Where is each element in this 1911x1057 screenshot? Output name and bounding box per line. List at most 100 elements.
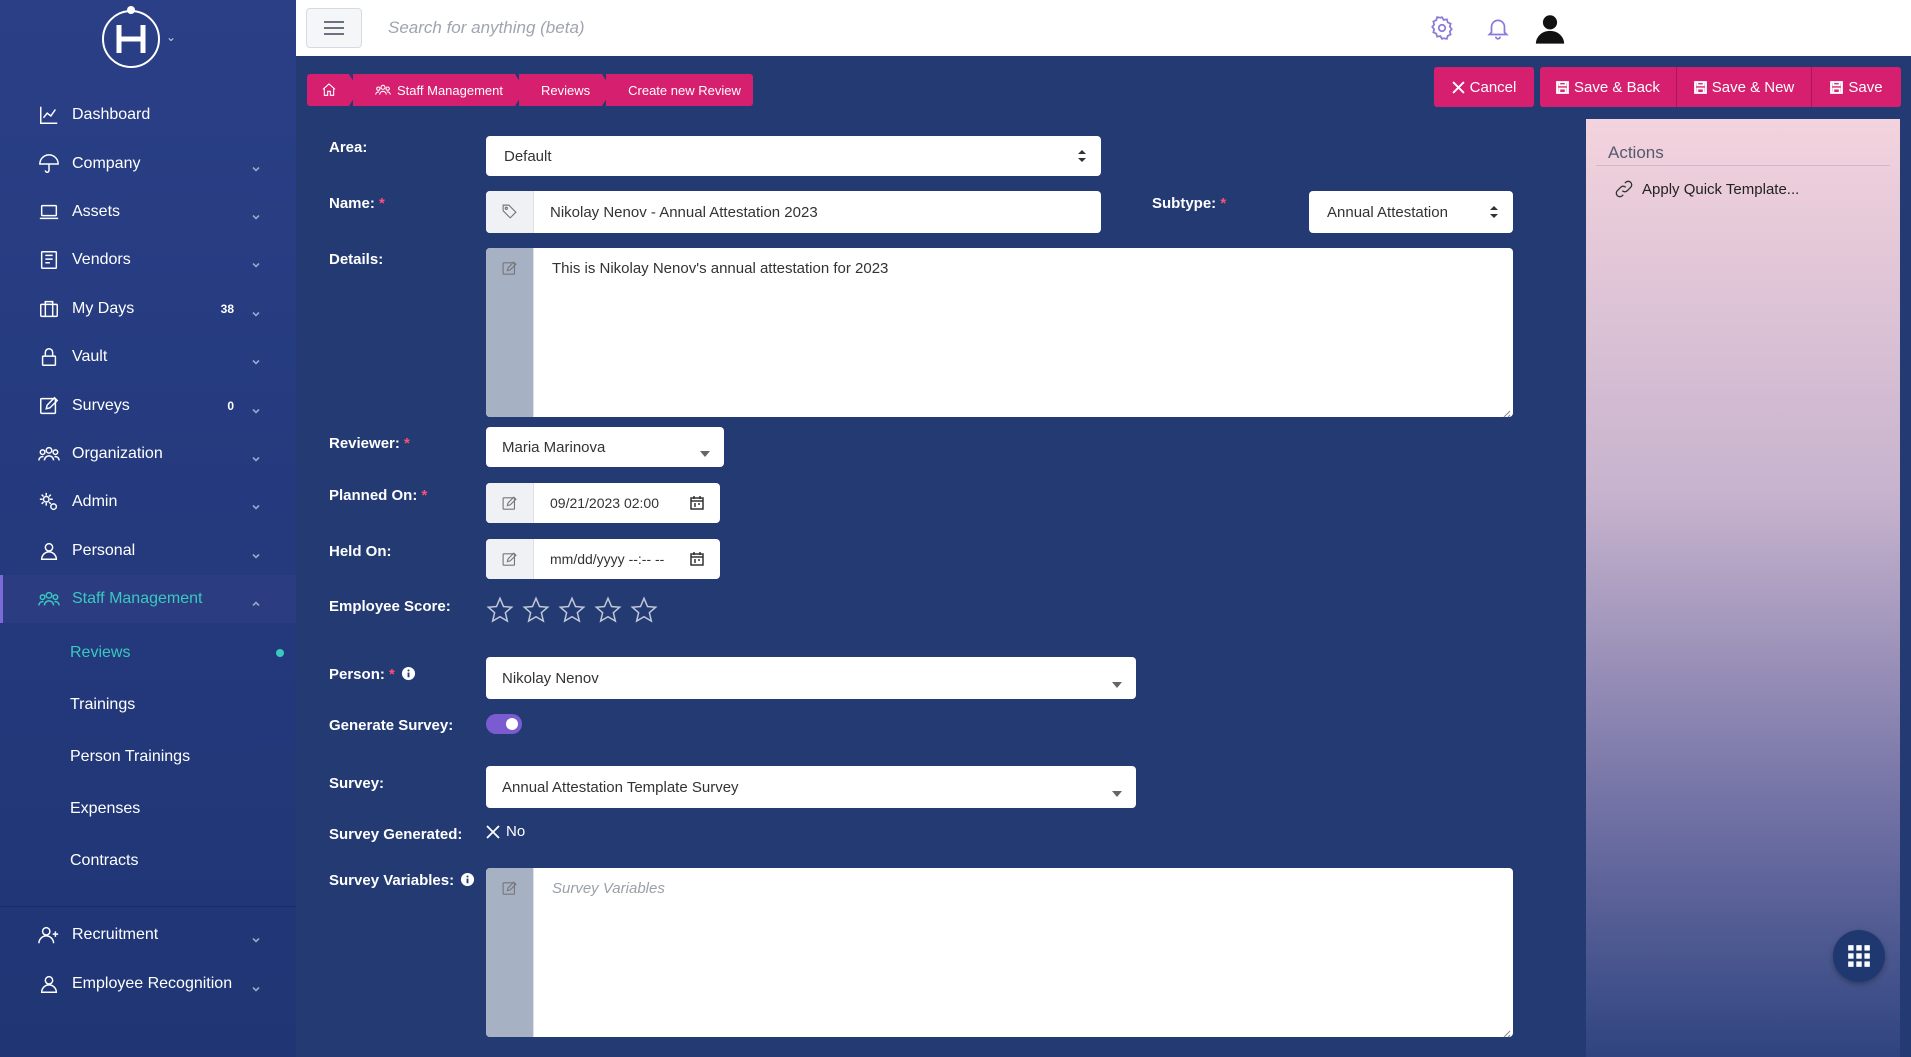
sidebar-item-organization[interactable]: Organization — [0, 430, 296, 478]
survey-select[interactable]: Annual Attestation Template Survey — [486, 766, 1136, 808]
sidebar-subitem-reviews[interactable]: Reviews — [0, 627, 296, 679]
newspaper-icon — [38, 249, 60, 271]
toggle-knob — [506, 718, 518, 730]
star-icon[interactable] — [630, 594, 666, 626]
details-textarea[interactable]: This is Nikolay Nenov's annual attestati… — [486, 248, 1513, 418]
sidebar-item-dashboard[interactable]: Dashboard — [0, 91, 296, 139]
area-label: Area: — [329, 139, 368, 156]
subtype-label: Subtype: * — [1152, 195, 1226, 212]
tag-icon — [486, 191, 534, 233]
chevron-down-icon[interactable]: ⌄ — [166, 30, 176, 44]
sidebar-item-label: Staff Management — [72, 590, 203, 608]
sidebar-item-staff-management[interactable]: Staff Management — [0, 574, 296, 624]
reviewer-value: Maria Marinova — [502, 438, 606, 456]
sidebar-item-assets[interactable]: Assets — [0, 188, 296, 236]
subtype-label-text: Subtype: — [1152, 195, 1217, 212]
calendar-icon[interactable] — [690, 552, 704, 566]
chevron-down-icon — [252, 498, 260, 510]
sidebar-item-surveys[interactable]: Surveys 0 — [0, 381, 296, 429]
sidebar-item-company[interactable]: Company — [0, 139, 296, 187]
caret-down-icon — [1112, 784, 1122, 797]
star-icon[interactable] — [522, 594, 558, 626]
cancel-button[interactable]: Cancel — [1434, 67, 1534, 107]
hamburger-icon — [324, 21, 344, 35]
sidebar-item-label: Company — [72, 154, 141, 172]
staff-management-submenu: Reviews Trainings Person Trainings Expen… — [0, 623, 296, 895]
save-icon — [1693, 80, 1707, 94]
sidebar-subitem-expenses[interactable]: Expenses — [0, 783, 296, 835]
save-back-button[interactable]: Save & Back — [1540, 67, 1676, 107]
menu-toggle-button[interactable] — [306, 8, 362, 48]
breadcrumb-staff-management[interactable]: Staff Management — [353, 74, 525, 106]
sidebar-item-label: Vendors — [72, 251, 131, 269]
chevron-down-icon — [252, 547, 260, 559]
planned-on-value: 09/21/2023 02:00 — [550, 495, 659, 511]
info-icon[interactable] — [401, 666, 416, 681]
edit-icon — [486, 868, 534, 1037]
name-field[interactable]: Nikolay Nenov - Annual Attestation 2023 — [486, 191, 1101, 233]
generate-survey-toggle[interactable] — [486, 714, 522, 734]
save-new-button[interactable]: Save & New — [1677, 67, 1811, 107]
star-icon[interactable] — [594, 594, 630, 626]
survey-variables-textarea[interactable]: Survey Variables — [486, 868, 1513, 1038]
star-icon[interactable] — [486, 594, 522, 626]
area-select[interactable]: Default — [486, 136, 1101, 176]
chevron-down-icon — [252, 208, 260, 220]
apply-quick-template-link[interactable]: Apply Quick Template... — [1614, 179, 1799, 199]
resize-handle-icon[interactable] — [1501, 405, 1511, 418]
apps-grid-button[interactable] — [1833, 930, 1885, 982]
employee-score-label: Employee Score: — [329, 598, 451, 615]
breadcrumb-label: Reviews — [541, 82, 591, 98]
divider — [1596, 165, 1890, 166]
subtype-select[interactable]: Annual Attestation — [1309, 191, 1513, 233]
star-icon[interactable] — [558, 594, 594, 626]
save-new-label: Save & New — [1711, 78, 1795, 96]
area-value: Default — [504, 147, 552, 165]
notifications-button[interactable] — [1482, 12, 1514, 44]
active-dot-icon — [276, 649, 284, 658]
sidebar-item-personal[interactable]: Personal — [0, 527, 296, 575]
sidebar-subitem-contracts[interactable]: Contracts — [0, 835, 296, 887]
chevron-down-icon — [252, 353, 260, 365]
reviewer-select[interactable]: Maria Marinova — [486, 427, 724, 467]
sidebar-item-label: Vault — [72, 348, 108, 366]
save-icon — [1556, 80, 1569, 94]
sidebar-subitem-label: Expenses — [70, 800, 141, 818]
save-button[interactable]: Save — [1812, 67, 1901, 107]
survey-generated-text: No — [506, 823, 526, 840]
planned-on-input[interactable]: 09/21/2023 02:00 — [486, 483, 720, 523]
sidebar-item-admin[interactable]: Admin — [0, 478, 296, 526]
breadcrumb-label: Create new Review — [628, 82, 741, 98]
sidebar-item-recruitment[interactable]: Recruitment — [0, 911, 296, 959]
sidebar-item-vendors[interactable]: Vendors — [0, 236, 296, 284]
search-input[interactable] — [388, 14, 1088, 42]
survey-variables-label: Survey Variables: — [329, 872, 475, 889]
required-mark: * — [421, 487, 428, 504]
held-on-input[interactable]: mm/dd/yyyy --:-- -- — [486, 539, 720, 579]
sidebar-item-my-days[interactable]: My Days 38 — [0, 285, 296, 333]
person-select[interactable]: Nikolay Nenov — [486, 657, 1136, 699]
sidebar-item-vault[interactable]: Vault — [0, 333, 296, 381]
settings-button[interactable] — [1426, 12, 1458, 44]
sidebar-item-employee-recognition[interactable]: Employee Recognition — [0, 959, 296, 1007]
save-back-label: Save & Back — [1574, 78, 1660, 96]
chevron-down-icon — [252, 160, 260, 172]
info-icon[interactable] — [460, 872, 475, 887]
calendar-icon[interactable] — [690, 496, 704, 510]
breadcrumb-home[interactable] — [307, 74, 359, 106]
user-plus-icon — [38, 924, 60, 946]
home-icon — [321, 82, 337, 98]
sidebar-subitem-person-trainings[interactable]: Person Trainings — [0, 731, 296, 783]
sidebar-item-label: Employee Recognition — [72, 974, 233, 992]
logo-icon[interactable] — [98, 4, 164, 70]
avatar[interactable] — [1530, 8, 1570, 48]
sidebar-item-label: Personal — [72, 541, 136, 559]
sidebar-nav-bottom: Recruitment Employee Recognition — [0, 906, 296, 1008]
breadcrumb-current: Create new Review — [606, 74, 753, 106]
breadcrumb-reviews[interactable]: Reviews — [519, 74, 613, 106]
sidebar-item-label: My Days — [72, 299, 135, 317]
person-label: Person: * — [329, 666, 416, 683]
sidebar-subitem-trainings[interactable]: Trainings — [0, 679, 296, 731]
name-label-text: Name: — [329, 195, 375, 212]
resize-handle-icon[interactable] — [1501, 1025, 1511, 1038]
